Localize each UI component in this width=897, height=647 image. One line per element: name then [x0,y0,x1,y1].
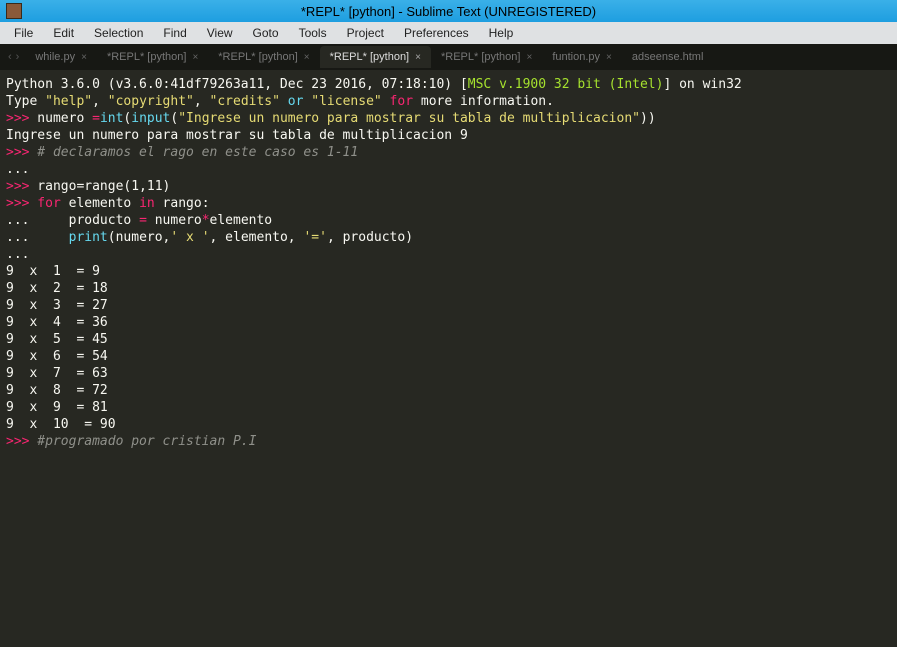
repl-output-prompt: Ingrese un numero para mostrar su tabla … [6,127,891,144]
tab-funtion-py[interactable]: funtion.py × [542,46,622,68]
close-icon[interactable]: × [81,52,87,63]
menu-view[interactable]: View [197,23,243,43]
menu-file[interactable]: File [4,23,43,43]
tab-label: while.py [35,51,75,63]
menu-bar: File Edit Selection Find View Goto Tools… [0,22,897,44]
app-icon [6,3,22,19]
menu-project[interactable]: Project [337,23,394,43]
tab-nav-left-icon[interactable]: ‹ [8,51,12,63]
menu-selection[interactable]: Selection [84,23,153,43]
menu-preferences[interactable]: Preferences [394,23,479,43]
window-titlebar: *REPL* [python] - Sublime Text (UNREGIST… [0,0,897,22]
repl-cont-2: ... [6,246,891,263]
menu-goto[interactable]: Goto [243,23,289,43]
table-row: 9 x 3 = 27 [6,297,891,314]
repl-comment-2: >>> #programado por cristian P.I [6,433,891,450]
tab-label: funtion.py [552,51,600,63]
tab-label: *REPL* [python] [107,51,187,63]
menu-find[interactable]: Find [153,23,196,43]
close-icon[interactable]: × [526,52,532,63]
repl-cont-1: ... [6,161,891,178]
tab-bar: ‹ › while.py × *REPL* [python] × *REPL* … [0,44,897,70]
close-icon[interactable]: × [304,52,310,63]
table-row: 9 x 9 = 81 [6,399,891,416]
menu-tools[interactable]: Tools [289,23,337,43]
tab-nav-right-icon[interactable]: › [16,51,20,63]
tab-repl-1[interactable]: *REPL* [python] × [97,46,208,68]
tab-label: *REPL* [python] [441,51,521,63]
tab-label: adseense.html [632,51,704,63]
repl-banner-1: Python 3.6.0 (v3.6.0:41df79263a11, Dec 2… [6,76,891,93]
repl-line-print: ... print(numero,' x ', elemento, '=', p… [6,229,891,246]
repl-line-for: >>> for elemento in rango: [6,195,891,212]
tab-repl-4[interactable]: *REPL* [python] × [431,46,542,68]
window-title: *REPL* [python] - Sublime Text (UNREGIST… [301,4,596,19]
tab-while-py[interactable]: while.py × [25,46,97,68]
table-row: 9 x 10 = 90 [6,416,891,433]
tab-adseense-html[interactable]: adseense.html [622,46,714,68]
tab-label: *REPL* [python] [330,51,410,63]
menu-edit[interactable]: Edit [43,23,84,43]
close-icon[interactable]: × [192,52,198,63]
table-row: 9 x 8 = 72 [6,382,891,399]
repl-line-range: >>> rango=range(1,11) [6,178,891,195]
table-row: 9 x 6 = 54 [6,348,891,365]
repl-comment-1: >>> # declaramos el rago en este caso es… [6,144,891,161]
tab-label: *REPL* [python] [218,51,298,63]
repl-line-product: ... producto = numero*elemento [6,212,891,229]
table-row: 9 x 4 = 36 [6,314,891,331]
table-row: 9 x 1 = 9 [6,263,891,280]
tab-repl-2[interactable]: *REPL* [python] × [208,46,319,68]
close-icon[interactable]: × [415,52,421,63]
repl-banner-2: Type "help", "copyright", "credits" or "… [6,93,891,110]
tab-nav-arrows: ‹ › [6,51,25,63]
editor-repl[interactable]: Python 3.6.0 (v3.6.0:41df79263a11, Dec 2… [0,70,897,456]
repl-line-input: >>> numero =int(input("Ingrese un numero… [6,110,891,127]
menu-help[interactable]: Help [479,23,524,43]
table-row: 9 x 7 = 63 [6,365,891,382]
table-row: 9 x 5 = 45 [6,331,891,348]
table-row: 9 x 2 = 18 [6,280,891,297]
tab-repl-active[interactable]: *REPL* [python] × [320,46,431,68]
close-icon[interactable]: × [606,52,612,63]
